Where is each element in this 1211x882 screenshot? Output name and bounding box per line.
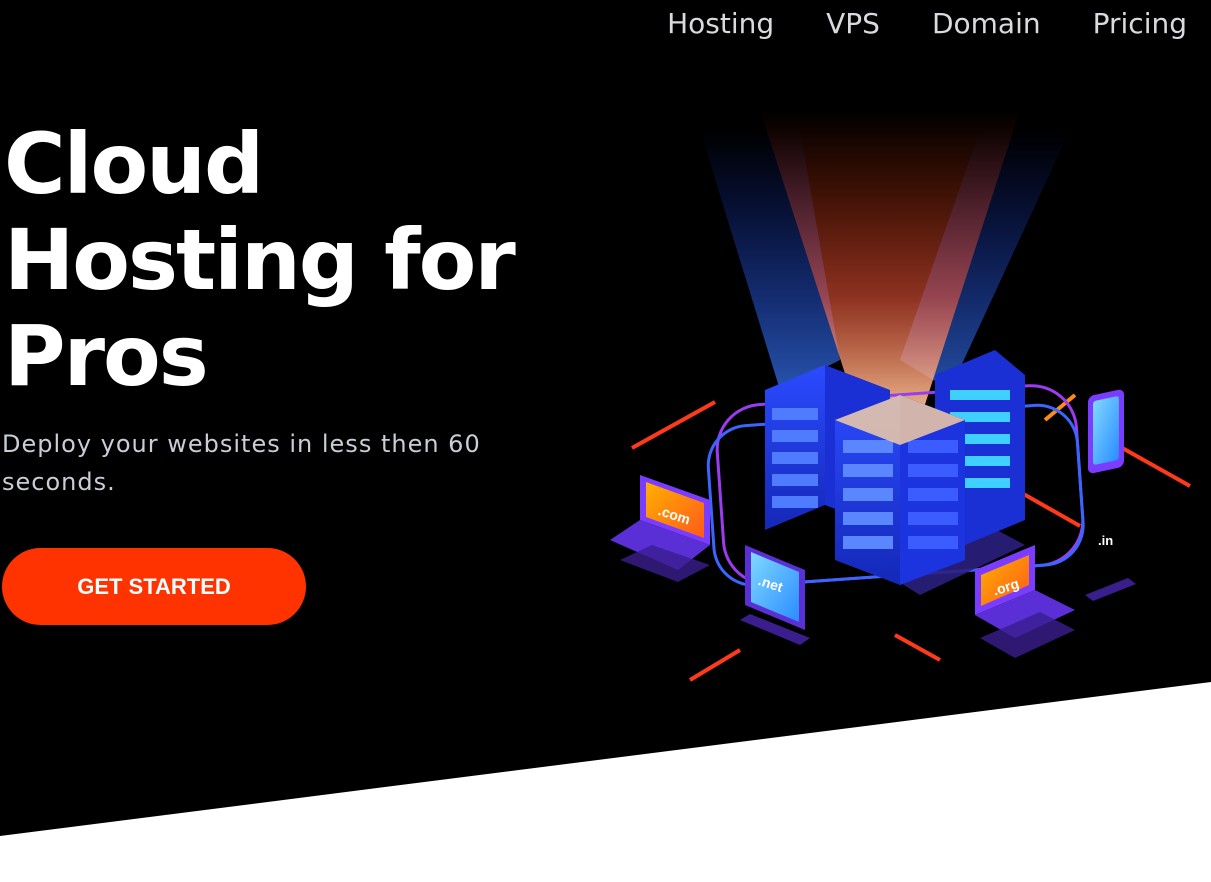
server-illustration: .com .net .org .in (610, 110, 1191, 682)
hero-headline: Cloud Hosting for Pros (4, 115, 516, 405)
main-nav: Hosting VPS Domain Pricing (615, 6, 1187, 42)
get-started-button[interactable]: GET STARTED (2, 548, 306, 625)
server-rack-front (835, 395, 965, 585)
hero-subtitle: Deploy your websites in less then 60 sec… (2, 430, 481, 496)
domain-in-label: .in (1098, 533, 1113, 548)
monitor-net-device: .net (740, 545, 810, 645)
nav-hosting[interactable]: Hosting (667, 6, 774, 42)
laptop-com-device: .com (610, 475, 710, 582)
nav-pricing[interactable]: Pricing (1093, 6, 1187, 42)
phone-in-device: .in (1085, 389, 1136, 601)
nav-vps[interactable]: VPS (826, 6, 880, 42)
nav-domain[interactable]: Domain (932, 6, 1041, 42)
